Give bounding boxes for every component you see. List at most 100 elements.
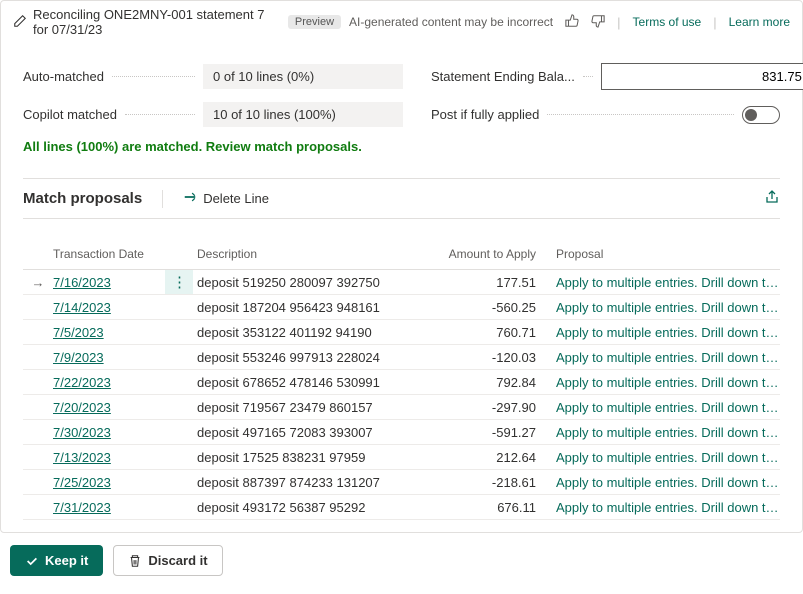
row-indicator-icon: → — [23, 275, 53, 290]
edit-icon[interactable] — [13, 14, 27, 31]
table-row[interactable]: 7/5/2023 ⋮ deposit 353122 401192 94190 7… — [23, 320, 780, 345]
table-row[interactable]: 7/25/2023 ⋮ deposit 887397 874233 131207… — [23, 470, 780, 495]
row-menu-icon: ⋮ — [165, 495, 193, 519]
post-toggle[interactable] — [742, 106, 780, 124]
page-title: Reconciling ONE2MNY-001 statement 7 for … — [33, 7, 282, 37]
proposal-link[interactable]: Apply to multiple entries. Drill down to… — [548, 300, 780, 315]
proposal-link[interactable]: Apply to multiple entries. Drill down to… — [548, 475, 780, 490]
table-row[interactable]: 7/30/2023 ⋮ deposit 497165 72083 393007 … — [23, 420, 780, 445]
dots — [547, 114, 734, 115]
amount-cell: 212.64 — [428, 450, 548, 465]
amount-cell: -591.27 — [428, 425, 548, 440]
discard-it-label: Discard it — [148, 553, 207, 568]
amount-cell: -218.61 — [428, 475, 548, 490]
transaction-date-link[interactable]: 7/31/2023 — [53, 500, 111, 515]
table-row[interactable]: 7/9/2023 ⋮ deposit 553246 997913 228024 … — [23, 345, 780, 370]
transaction-date-link[interactable]: 7/25/2023 — [53, 475, 111, 490]
description-cell: deposit 553246 997913 228024 — [193, 350, 428, 365]
dots — [112, 76, 195, 77]
status-message: All lines (100%) are matched. Review mat… — [23, 139, 780, 154]
terms-link[interactable]: Terms of use — [633, 15, 702, 29]
keep-it-button[interactable]: Keep it — [10, 545, 103, 576]
section-title: Match proposals — [23, 190, 142, 207]
transaction-date-link[interactable]: 7/16/2023 — [53, 275, 111, 290]
divider: | — [713, 15, 716, 30]
thumbs-down-icon[interactable] — [591, 14, 605, 31]
auto-matched-value: 0 of 10 lines (0%) — [203, 64, 403, 89]
table-row[interactable]: 7/31/2023 ⋮ deposit 493172 56387 95292 6… — [23, 495, 780, 520]
dots — [125, 114, 195, 115]
copilot-matched-value: 10 of 10 lines (100%) — [203, 102, 403, 127]
delete-line-button[interactable]: Delete Line — [183, 190, 269, 207]
transaction-date-link[interactable]: 7/14/2023 — [53, 300, 111, 315]
proposal-link[interactable]: Apply to multiple entries. Drill down to… — [548, 450, 780, 465]
col-header-desc[interactable]: Description — [193, 247, 428, 261]
post-label: Post if fully applied — [431, 107, 539, 122]
proposal-link[interactable]: Apply to multiple entries. Drill down to… — [548, 350, 780, 365]
amount-cell: -560.25 — [428, 300, 548, 315]
amount-cell: -120.03 — [428, 350, 548, 365]
col-header-prop[interactable]: Proposal — [548, 247, 780, 261]
description-cell: deposit 887397 874233 131207 — [193, 475, 428, 490]
balance-input[interactable] — [601, 63, 803, 90]
preview-badge: Preview — [288, 15, 341, 29]
description-cell: deposit 493172 56387 95292 — [193, 500, 428, 515]
row-menu-icon: ⋮ — [165, 320, 193, 344]
description-cell: deposit 497165 72083 393007 — [193, 425, 428, 440]
share-icon[interactable] — [764, 189, 780, 208]
amount-cell: -297.90 — [428, 400, 548, 415]
table-row[interactable]: 7/14/2023 ⋮ deposit 187204 956423 948161… — [23, 295, 780, 320]
proposal-link[interactable]: Apply to multiple entries. Drill down to… — [548, 275, 780, 290]
table-row[interactable]: 7/13/2023 ⋮ deposit 17525 838231 97959 2… — [23, 445, 780, 470]
row-menu-icon: ⋮ — [165, 420, 193, 444]
amount-cell: 676.11 — [428, 500, 548, 515]
copilot-matched-label: Copilot matched — [23, 107, 117, 122]
amount-cell: 792.84 — [428, 375, 548, 390]
ai-disclaimer: AI-generated content may be incorrect — [349, 15, 553, 29]
transaction-date-link[interactable]: 7/30/2023 — [53, 425, 111, 440]
row-menu-icon: ⋮ — [165, 445, 193, 469]
proposal-link[interactable]: Apply to multiple entries. Drill down to… — [548, 400, 780, 415]
proposals-table: Transaction Date Description Amount to A… — [23, 239, 780, 520]
description-cell: deposit 719567 23479 860157 — [193, 400, 428, 415]
description-cell: deposit 17525 838231 97959 — [193, 450, 428, 465]
thumbs-up-icon[interactable] — [565, 14, 579, 31]
table-row[interactable]: 7/20/2023 ⋮ deposit 719567 23479 860157 … — [23, 395, 780, 420]
learn-more-link[interactable]: Learn more — [729, 15, 790, 29]
row-menu-icon: ⋮ — [165, 370, 193, 394]
divider: | — [617, 15, 620, 30]
transaction-date-link[interactable]: 7/22/2023 — [53, 375, 111, 390]
auto-matched-label: Auto-matched — [23, 69, 104, 84]
transaction-date-link[interactable]: 7/13/2023 — [53, 450, 111, 465]
delete-line-icon — [183, 190, 197, 207]
table-row[interactable]: → 7/16/2023 ⋮ deposit 519250 280097 3927… — [23, 270, 780, 295]
description-cell: deposit 519250 280097 392750 — [193, 275, 428, 290]
dots — [583, 76, 593, 77]
transaction-date-link[interactable]: 7/5/2023 — [53, 325, 104, 340]
col-header-amt[interactable]: Amount to Apply — [428, 247, 548, 261]
delete-line-label: Delete Line — [203, 191, 269, 206]
row-menu-icon: ⋮ — [165, 295, 193, 319]
divider — [162, 190, 163, 208]
amount-cell: 760.71 — [428, 325, 548, 340]
row-menu-icon: ⋮ — [165, 395, 193, 419]
proposal-link[interactable]: Apply to multiple entries. Drill down to… — [548, 375, 780, 390]
row-menu-icon: ⋮ — [165, 345, 193, 369]
table-row[interactable]: 7/22/2023 ⋮ deposit 678652 478146 530991… — [23, 370, 780, 395]
row-menu-icon[interactable]: ⋮ — [165, 270, 193, 294]
col-header-date[interactable]: Transaction Date — [53, 247, 165, 261]
proposal-link[interactable]: Apply to multiple entries. Drill down to… — [548, 425, 780, 440]
description-cell: deposit 678652 478146 530991 — [193, 375, 428, 390]
description-cell: deposit 187204 956423 948161 — [193, 300, 428, 315]
description-cell: deposit 353122 401192 94190 — [193, 325, 428, 340]
transaction-date-link[interactable]: 7/9/2023 — [53, 350, 104, 365]
balance-label: Statement Ending Bala... — [431, 69, 575, 84]
proposal-link[interactable]: Apply to multiple entries. Drill down to… — [548, 500, 780, 515]
keep-it-label: Keep it — [45, 553, 88, 568]
discard-it-button[interactable]: Discard it — [113, 545, 222, 576]
proposal-link[interactable]: Apply to multiple entries. Drill down to… — [548, 325, 780, 340]
amount-cell: 177.51 — [428, 275, 548, 290]
row-menu-icon: ⋮ — [165, 470, 193, 494]
transaction-date-link[interactable]: 7/20/2023 — [53, 400, 111, 415]
header-bar: Reconciling ONE2MNY-001 statement 7 for … — [1, 1, 802, 43]
